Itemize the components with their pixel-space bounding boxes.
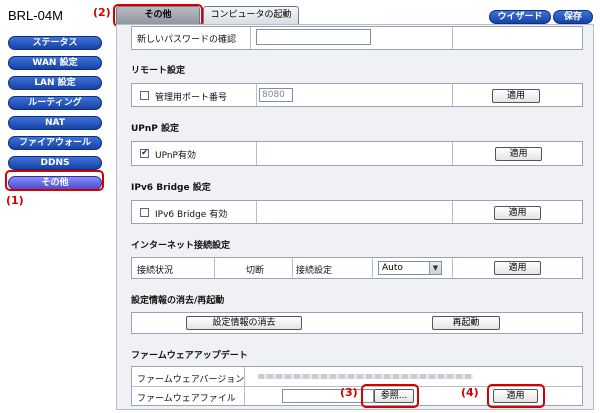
callout-3: (3) <box>340 386 358 399</box>
remote-port-label: 管理用ポート番号 <box>155 93 228 103</box>
firmware-section-title: ファームウェアアップデート <box>131 351 248 361</box>
highlight-browse <box>361 384 419 408</box>
reset-section-title: 設定情報の消去/再起動 <box>131 296 225 306</box>
remote-apply-button[interactable]: 適用 <box>492 89 540 103</box>
highlight-firmware-apply <box>487 384 545 408</box>
connection-status-value: 切断 <box>246 266 265 276</box>
remote-checkbox[interactable] <box>140 91 149 100</box>
firmware-file-label: ファームウェアファイル <box>137 394 236 404</box>
wizard-button[interactable]: ウイザード <box>489 10 551 24</box>
connection-status-label: 接続状況 <box>137 266 174 276</box>
firmware-version-value-redacted <box>258 374 473 379</box>
internet-section-title: インターネット接続設定 <box>131 241 231 251</box>
sidebar-item-ddns[interactable]: DDNS <box>8 156 102 170</box>
sidebar-item-wan[interactable]: WAN 設定 <box>8 56 102 70</box>
connection-setting-select[interactable]: Auto ▼ <box>378 261 442 275</box>
save-button[interactable]: 保存 <box>553 10 593 24</box>
sidebar-item-routing[interactable]: ルーティング <box>8 96 102 110</box>
upnp-checkbox[interactable] <box>140 148 149 158</box>
remote-port-input[interactable]: 8080 <box>259 88 293 102</box>
sidebar-item-firewall[interactable]: ファイアウォール <box>8 136 102 150</box>
chevron-down-icon: ▼ <box>429 262 441 274</box>
model-name: BRL-04M <box>8 8 63 23</box>
ipv6-section-title: IPv6 Bridge 設定 <box>131 183 211 193</box>
highlight-sidebar-other <box>5 170 104 191</box>
connection-setting-label: 接続設定 <box>296 266 333 276</box>
connection-setting-value: Auto <box>382 263 403 273</box>
upnp-apply-button[interactable]: 適用 <box>495 147 542 161</box>
callout-1: (1) <box>6 194 24 207</box>
reboot-button[interactable]: 再起動 <box>432 316 500 330</box>
password-confirm-input[interactable] <box>256 29 371 45</box>
ipv6-label: IPv6 Bridge 有効 <box>155 210 228 220</box>
ipv6-apply-button[interactable]: 適用 <box>494 206 541 220</box>
internet-apply-button[interactable]: 適用 <box>494 261 541 275</box>
sidebar-item-nat[interactable]: NAT <box>8 116 102 130</box>
remote-section-title: リモート設定 <box>131 66 186 76</box>
upnp-label: UPnP有効 <box>155 151 196 161</box>
tab-computer-boot[interactable]: コンピュータの起動 <box>203 6 299 25</box>
sidebar-item-status[interactable]: ステータス <box>8 36 102 50</box>
callout-2: (2) <box>93 6 111 19</box>
ipv6-checkbox[interactable] <box>140 208 149 217</box>
clear-settings-button[interactable]: 設定情報の消去 <box>186 316 302 330</box>
sidebar-item-lan[interactable]: LAN 設定 <box>8 76 102 90</box>
callout-4: (4) <box>461 386 479 399</box>
password-confirm-label: 新しいパスワードの確認 <box>137 35 237 45</box>
firmware-version-label: ファームウェアバージョン <box>137 375 245 385</box>
upnp-section-title: UPnP 設定 <box>131 124 180 134</box>
sidebar: ステータス WAN 設定 LAN 設定 ルーティング NAT ファイアウォール … <box>2 30 106 410</box>
